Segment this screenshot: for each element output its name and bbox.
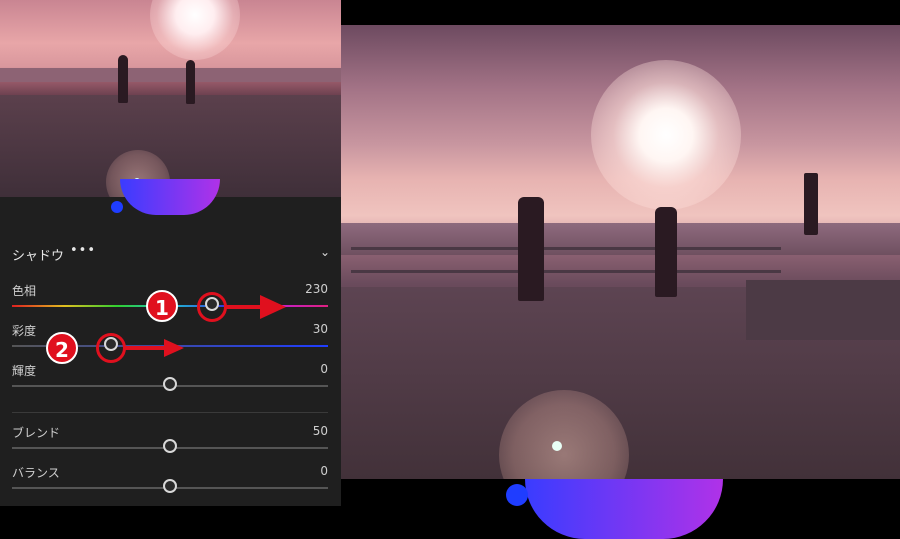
divider: [12, 412, 328, 413]
blend-label: ブレンド: [12, 426, 61, 440]
callout-1-ring: [197, 292, 227, 322]
callout-1-arrow-body: [226, 305, 262, 309]
callout-1-arrow-head: [260, 295, 286, 319]
callout-2-arrow-body: [125, 346, 165, 350]
photo-person-1: [518, 197, 544, 301]
bottom-color-wheel[interactable]: [525, 479, 723, 539]
section-title: シャドウ: [12, 249, 65, 264]
shadow-panel: シャドウ ••• ⌄ 色相 230 彩度 30 輝度 0 ブレンド 50 バラン…: [0, 179, 341, 506]
luminance-slider-row: 輝度 0: [12, 362, 328, 392]
thumb-person-2: [186, 60, 195, 104]
color-wheel[interactable]: [120, 179, 220, 215]
callout-2-arrow-head: [164, 339, 184, 357]
photo-railing-top: [351, 247, 781, 250]
photo-sign-post: [804, 173, 818, 235]
luminance-slider-thumb[interactable]: [163, 377, 177, 391]
color-grading-sidebar: シャドウ ••• ⌄ 色相 230 彩度 30 輝度 0 ブレンド 50 バラン…: [0, 0, 341, 506]
hue-value[interactable]: 230: [305, 282, 328, 296]
callout-2: 2: [46, 332, 78, 364]
luminance-value[interactable]: 0: [320, 362, 328, 376]
luminance-label: 輝度: [12, 364, 37, 378]
callout-2-ring: [96, 333, 126, 363]
callout-1: 1: [146, 290, 178, 322]
thumb-sea: [0, 68, 341, 82]
more-dots-icon[interactable]: •••: [70, 243, 96, 258]
balance-label: バランス: [12, 466, 60, 480]
thumb-sun: [150, 0, 240, 60]
blend-slider-thumb[interactable]: [163, 439, 177, 453]
balance-slider-row: バランス 0: [12, 464, 328, 494]
photo-sun: [591, 60, 741, 210]
section-header[interactable]: シャドウ ••• ⌄: [12, 243, 330, 265]
hue-label: 色相: [12, 284, 37, 298]
bottom-color-wheel-handle[interactable]: [506, 484, 528, 506]
photo-flare-dot: [552, 441, 562, 451]
chevron-down-icon[interactable]: ⌄: [320, 245, 330, 259]
balance-value[interactable]: 0: [320, 464, 328, 478]
photo-wall: [746, 280, 900, 340]
saturation-value[interactable]: 30: [313, 322, 328, 336]
blend-slider-row: ブレンド 50: [12, 424, 328, 454]
balance-slider-thumb[interactable]: [163, 479, 177, 493]
thumb-person-1: [118, 55, 128, 103]
photo-person-2: [655, 207, 677, 297]
preview-thumbnail: [0, 0, 341, 197]
blend-value[interactable]: 50: [313, 424, 328, 438]
color-wheel-handle[interactable]: [111, 201, 123, 213]
photo-railing-bottom: [351, 270, 781, 273]
saturation-label: 彩度: [12, 324, 37, 338]
main-photo-preview: [341, 25, 900, 479]
